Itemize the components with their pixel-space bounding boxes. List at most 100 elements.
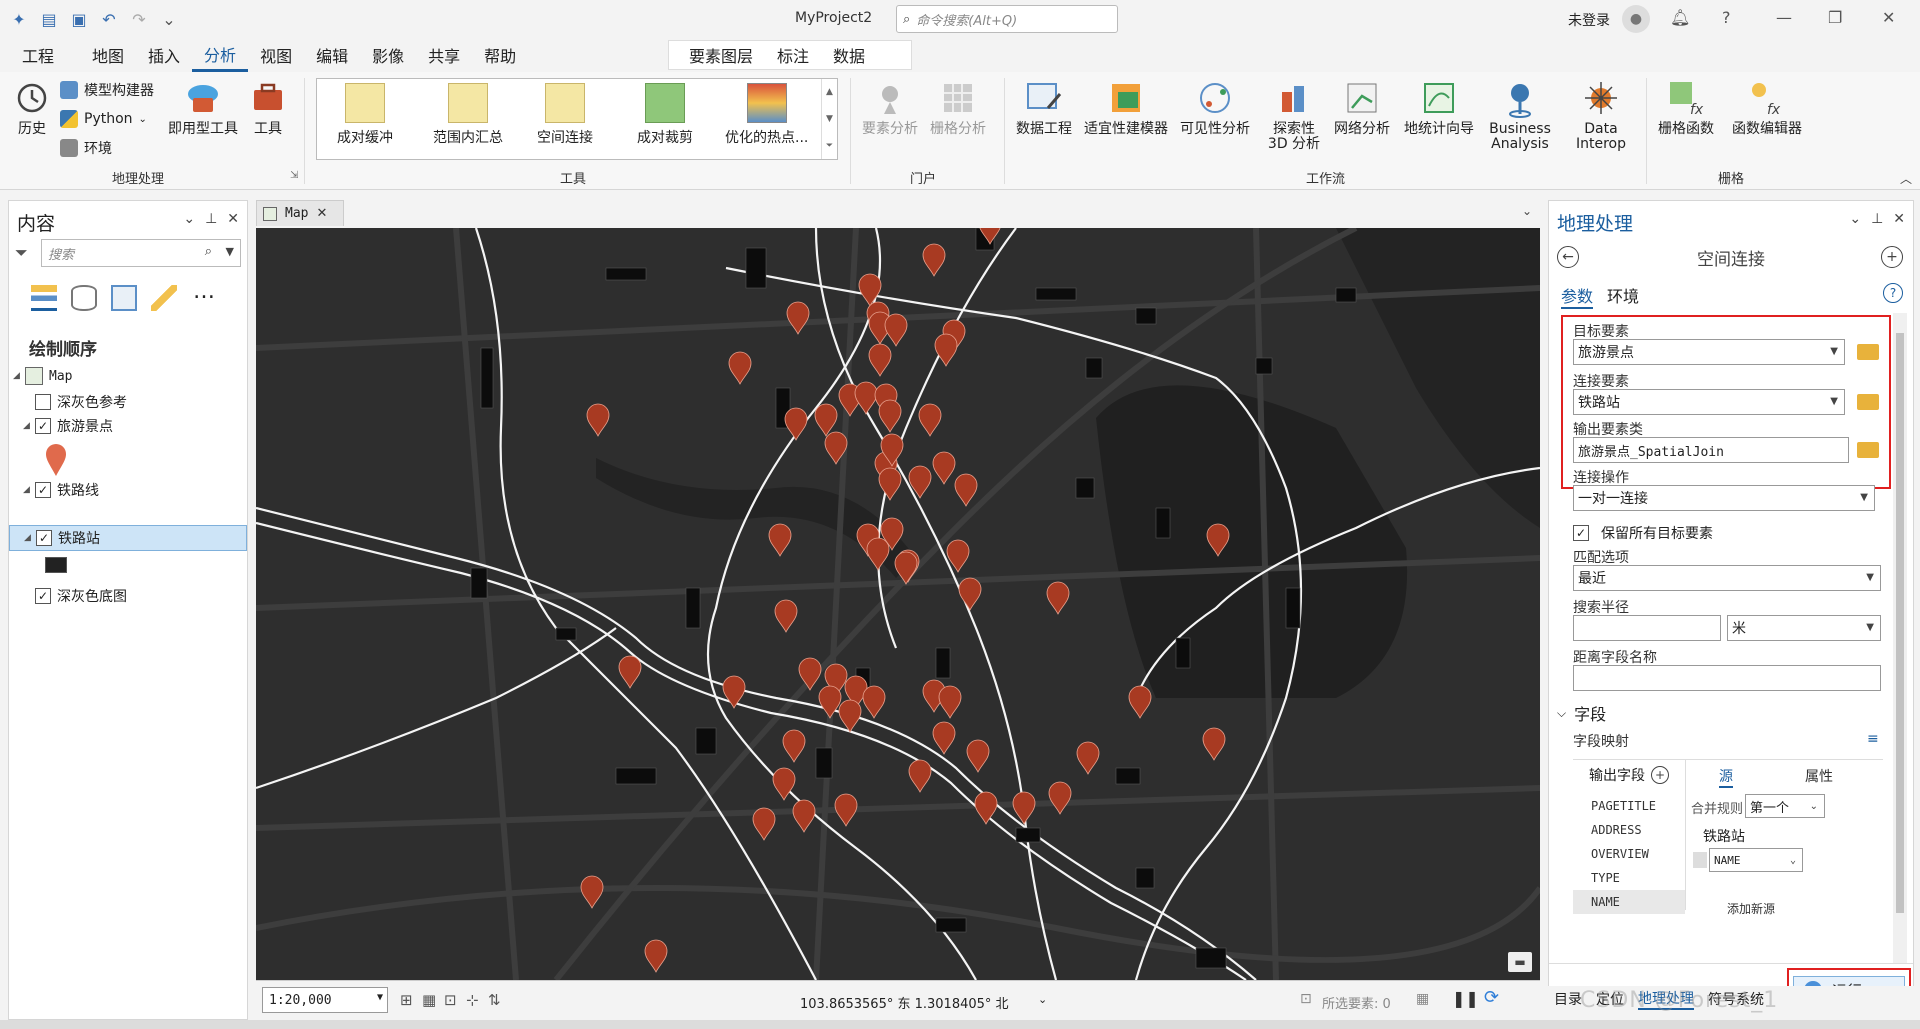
tab-share[interactable]: 共享 (416, 38, 472, 72)
keep-all-target-features[interactable]: ✓ 保留所有目标要素 (1573, 523, 1713, 543)
search-radius-unit-select[interactable]: 米 ▼ (1727, 615, 1881, 641)
visibility-analysis-button[interactable]: 可见性分析 (1180, 78, 1250, 137)
tab-properties[interactable]: 属性 (1805, 766, 1833, 786)
gallery-pairwise-buffer[interactable]: 成对缓冲 (337, 83, 393, 147)
parameters-scrollbar[interactable] (1893, 313, 1907, 963)
tab-parameters[interactable]: 参数 (1561, 283, 1594, 309)
login-status[interactable]: 未登录 (1568, 10, 1610, 30)
gallery-summarize-within[interactable]: 范围内汇总 (433, 83, 503, 147)
business-analysis-button[interactable]: Business Analysis (1486, 78, 1554, 152)
filter-icon[interactable]: ⏷ (15, 243, 28, 263)
raster-functions-button[interactable]: fx 栅格函数 (1658, 78, 1714, 137)
layer-railway-lines[interactable]: ◢ ✓ 铁路线 (9, 477, 247, 503)
exploratory-3d-button[interactable]: 探索性 3D 分析 (1264, 78, 1324, 152)
chevron-up-icon[interactable]: ▲ (826, 87, 833, 97)
collapse-arrow-icon[interactable]: ◢ (23, 485, 35, 495)
tab-feature-layer[interactable]: 要素图层 (677, 38, 765, 72)
keep-all-checkbox[interactable]: ✓ (1573, 525, 1589, 541)
grid-icon[interactable]: ⊞ (400, 991, 413, 1009)
layer-dark-gray-reference[interactable]: 深灰色参考 (9, 389, 247, 415)
data-engineering-button[interactable]: 数据工程 (1016, 78, 1072, 137)
layer-tourist-attractions[interactable]: ◢ ✓ 旅游景点 (9, 413, 247, 439)
field-row[interactable]: PAGETITLE (1573, 794, 1685, 818)
command-search-input[interactable]: ⌕ 命令搜索(Alt+Q) (896, 5, 1118, 33)
close-pane-icon[interactable]: ✕ (1893, 211, 1905, 227)
collapse-ribbon-icon[interactable]: ︿ (1900, 170, 1912, 187)
chevron-down-icon[interactable]: ▼ (1860, 492, 1868, 503)
layer-dark-gray-basemap[interactable]: ✓ 深灰色底图 (9, 583, 247, 609)
python-button[interactable]: Python ⌄ (60, 110, 147, 128)
pane-options-icon[interactable]: ⌄ (183, 211, 195, 227)
list-by-selection-icon[interactable] (111, 285, 137, 311)
undo-icon[interactable]: ↶ (98, 8, 120, 30)
contents-search-input[interactable]: 搜索 ⌕ ▼ (41, 239, 241, 267)
new-project-icon[interactable]: ✦ (8, 8, 30, 30)
tab-locate[interactable]: 定位 (1596, 989, 1624, 1009)
field-row[interactable]: NAME (1573, 890, 1685, 914)
save-project-icon[interactable]: ▣ (68, 8, 90, 30)
tab-imagery[interactable]: 影像 (360, 38, 416, 72)
pane-options-icon[interactable]: ⌄ (1849, 211, 1861, 227)
collapse-arrow-icon[interactable]: ◢ (24, 533, 36, 543)
layer-visibility-checkbox[interactable]: ✓ (35, 482, 51, 498)
notification-bell-icon[interactable]: 🔔︎ (1670, 8, 1690, 27)
gallery-expand-icon[interactable]: ⏷ (826, 141, 833, 151)
crosshair-icon[interactable]: ⊹ (466, 991, 479, 1009)
north-arrow-icon[interactable]: ⇅ (488, 991, 501, 1009)
tab-edit[interactable]: 编辑 (304, 38, 360, 72)
ready-tools-button[interactable]: 即用型工具 (168, 78, 238, 137)
field-row[interactable]: TYPE (1573, 866, 1685, 890)
pause-drawing-icon[interactable]: ❚❚ (1452, 989, 1479, 1008)
join-operation-select[interactable]: 一对一连接 ▼ (1573, 485, 1875, 511)
snapping-icon[interactable]: ⊡ (444, 991, 457, 1009)
target-features-select[interactable]: 旅游景点 ▼ (1573, 339, 1845, 365)
tab-analysis[interactable]: 分析 (192, 38, 249, 72)
distance-field-input[interactable] (1573, 665, 1881, 691)
field-row[interactable]: ADDRESS (1573, 818, 1685, 842)
chevron-down-icon[interactable]: ▼ (1866, 572, 1874, 583)
more-options-icon[interactable]: … (191, 281, 217, 311)
tab-symbology[interactable]: 符号系统 (1708, 989, 1764, 1009)
raster-analysis-button[interactable]: 栅格分析 (930, 78, 986, 137)
map-canvas[interactable]: ▬ (256, 228, 1540, 980)
redo-icon[interactable]: ↷ (128, 8, 150, 30)
pin-icon[interactable]: ⊥ (1871, 211, 1883, 227)
network-analysis-button[interactable]: 网络分析 (1334, 78, 1390, 137)
merge-rule-select[interactable]: 第一个 ⌄ (1745, 794, 1825, 818)
tab-source[interactable]: 源 (1719, 766, 1733, 788)
chevron-down-icon[interactable]: ⌵ (1557, 706, 1566, 721)
table-icon[interactable]: ▦ (422, 991, 436, 1009)
field-map-options-icon[interactable]: ≡ (1867, 731, 1879, 747)
fields-section-header[interactable]: ⌵ 字段 (1557, 701, 1606, 725)
pin-icon[interactable]: ⊥ (205, 211, 217, 227)
geostatistical-wizard-button[interactable]: 地统计向导 (1404, 78, 1474, 137)
close-window-icon[interactable]: ✕ (1882, 8, 1895, 27)
tab-help[interactable]: 帮助 (472, 38, 528, 72)
open-project-icon[interactable]: ▤ (38, 8, 60, 30)
gallery-pairwise-clip[interactable]: 成对裁剪 (637, 83, 693, 147)
list-by-editing-icon[interactable] (151, 285, 177, 311)
help-icon[interactable]: ? (1722, 8, 1731, 27)
layer-visibility-checkbox[interactable] (35, 394, 51, 410)
chevron-down-icon[interactable]: ▼ (1830, 396, 1838, 407)
layer-railway-stations[interactable]: ◢ ✓ 铁路站 (9, 525, 247, 551)
function-editor-button[interactable]: fx 函数编辑器 (1732, 78, 1802, 137)
environments-button[interactable]: 环境 (60, 138, 112, 158)
feature-analysis-button[interactable]: 要素分析 (862, 78, 918, 137)
list-by-data-source-icon[interactable] (71, 285, 97, 311)
minimize-icon[interactable]: — (1776, 8, 1792, 27)
collapse-arrow-icon[interactable]: ◢ (13, 371, 25, 381)
back-icon[interactable]: ← (1557, 246, 1579, 268)
marker-symbol-icon[interactable] (45, 443, 67, 477)
layer-map[interactable]: ◢ Map (9, 363, 247, 389)
selection-icon[interactable]: ⊡ (1300, 991, 1312, 1007)
tab-view[interactable]: 视图 (248, 38, 304, 72)
table-view-icon[interactable]: ▦ (1416, 991, 1429, 1007)
station-symbol-icon[interactable] (45, 557, 67, 573)
tab-catalog[interactable]: 目录 (1554, 989, 1582, 1009)
customize-qat-icon[interactable]: ⌄ (158, 8, 180, 30)
tab-environments[interactable]: 环境 (1607, 283, 1639, 309)
map-scale-selector[interactable]: 1:20,000 ▼ (262, 987, 388, 1013)
folder-icon[interactable] (1857, 442, 1879, 458)
chevron-down-icon[interactable]: ▼ (826, 114, 833, 124)
